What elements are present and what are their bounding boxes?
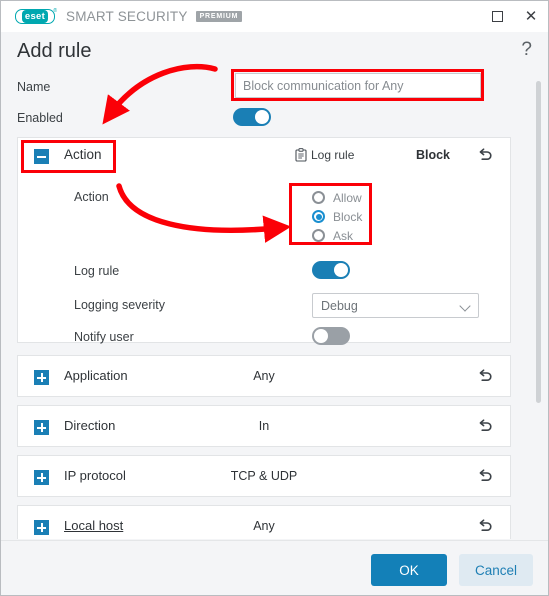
undo-icon[interactable]: [477, 467, 494, 484]
enabled-label: Enabled: [17, 111, 63, 125]
section-local-host-title: Local host: [64, 518, 124, 533]
plus-square-icon[interactable]: [34, 420, 49, 435]
toggle-knob: [314, 329, 328, 343]
maximize-button[interactable]: [480, 1, 514, 32]
name-label: Name: [17, 80, 51, 94]
page-title: Add rule: [17, 40, 92, 62]
radio-circle-block: [312, 210, 325, 223]
section-action-header[interactable]: Action Log rule Block: [18, 138, 510, 172]
section-direction[interactable]: Direction In: [17, 405, 511, 447]
section-action-log-badge: Log rule: [295, 148, 354, 162]
logging-severity-select[interactable]: Debug: [312, 293, 479, 318]
window-controls: ✕: [480, 1, 548, 32]
trademark-mark: ®: [53, 8, 57, 14]
section-application-title: Application: [64, 368, 128, 383]
maximize-icon: [491, 11, 503, 22]
notify-user-row-label: Notify user: [74, 330, 134, 344]
notify-user-toggle[interactable]: [312, 327, 350, 345]
radio-option-ask[interactable]: Ask: [312, 226, 362, 245]
section-action-summary-value: Block: [415, 148, 450, 162]
ok-button[interactable]: OK: [371, 554, 447, 586]
section-action-log-badge-label: Log rule: [311, 148, 355, 162]
product-name: SMART SECURITY: [66, 9, 188, 24]
enabled-toggle[interactable]: [233, 108, 271, 126]
edition-badge: PREMIUM: [195, 11, 243, 22]
close-icon: ✕: [524, 8, 538, 25]
eset-logo-text: eset: [21, 9, 49, 24]
section-application[interactable]: Application Any: [17, 355, 511, 397]
rule-sections-scroll-area: Action Log rule Block Action Allow Block…: [1, 133, 548, 539]
plus-bar-v: [40, 373, 43, 382]
close-button[interactable]: ✕: [514, 1, 548, 32]
chevron-down-icon: [459, 300, 471, 312]
vertical-scrollbar[interactable]: [535, 73, 542, 539]
action-row-label: Action: [74, 190, 109, 204]
undo-icon[interactable]: [477, 367, 494, 384]
plus-square-icon[interactable]: [34, 470, 49, 485]
plus-bar-v: [40, 423, 43, 432]
eset-logo-icon: eset ®: [15, 8, 57, 24]
clipboard-icon: [295, 148, 307, 162]
radio-label-ask: Ask: [333, 228, 354, 243]
undo-icon[interactable]: [477, 146, 494, 163]
section-local-host[interactable]: Local host Any: [17, 505, 511, 539]
logging-severity-row-label: Logging severity: [74, 298, 166, 312]
section-action: Action Log rule Block Action Allow Block…: [17, 137, 511, 345]
radio-circle-allow: [312, 191, 325, 204]
log-rule-toggle[interactable]: [312, 261, 350, 279]
undo-icon[interactable]: [477, 417, 494, 434]
minus-bar: [37, 155, 46, 158]
title-bar: eset ® SMART SECURITY PREMIUM ✕: [1, 1, 548, 32]
section-ip-protocol-title: IP protocol: [64, 468, 126, 483]
toggle-knob: [334, 263, 348, 277]
radio-circle-ask: [312, 229, 325, 242]
log-rule-row-label: Log rule: [74, 264, 120, 278]
plus-bar-v: [40, 473, 43, 482]
scrollbar-thumb[interactable]: [536, 81, 541, 403]
add-rule-dialog: eset ® SMART SECURITY PREMIUM ✕ Add rule…: [0, 0, 549, 596]
logging-severity-value: Debug: [321, 298, 358, 313]
plus-bar-v: [40, 523, 43, 532]
action-radio-group[interactable]: Allow Block Ask: [312, 188, 362, 245]
undo-icon[interactable]: [477, 517, 494, 534]
section-ip-protocol[interactable]: IP protocol TCP & UDP: [17, 455, 511, 497]
radio-label-block: Block: [333, 209, 363, 224]
rule-name-input[interactable]: [235, 73, 481, 98]
cancel-button[interactable]: Cancel: [459, 554, 533, 586]
help-icon[interactable]: ?: [521, 39, 532, 61]
section-action-title: Action: [64, 147, 102, 162]
toggle-knob: [255, 110, 269, 124]
radio-label-allow: Allow: [333, 190, 362, 205]
section-direction-title: Direction: [64, 418, 116, 433]
radio-option-allow[interactable]: Allow: [312, 188, 362, 207]
plus-square-icon[interactable]: [34, 520, 49, 535]
dialog-footer: OK Cancel: [1, 540, 548, 595]
radio-dot: [315, 213, 322, 220]
radio-option-block[interactable]: Block: [312, 207, 362, 226]
plus-square-icon[interactable]: [34, 370, 49, 385]
minus-square-icon[interactable]: [34, 149, 49, 164]
dialog-header: Add rule ?: [1, 32, 548, 74]
